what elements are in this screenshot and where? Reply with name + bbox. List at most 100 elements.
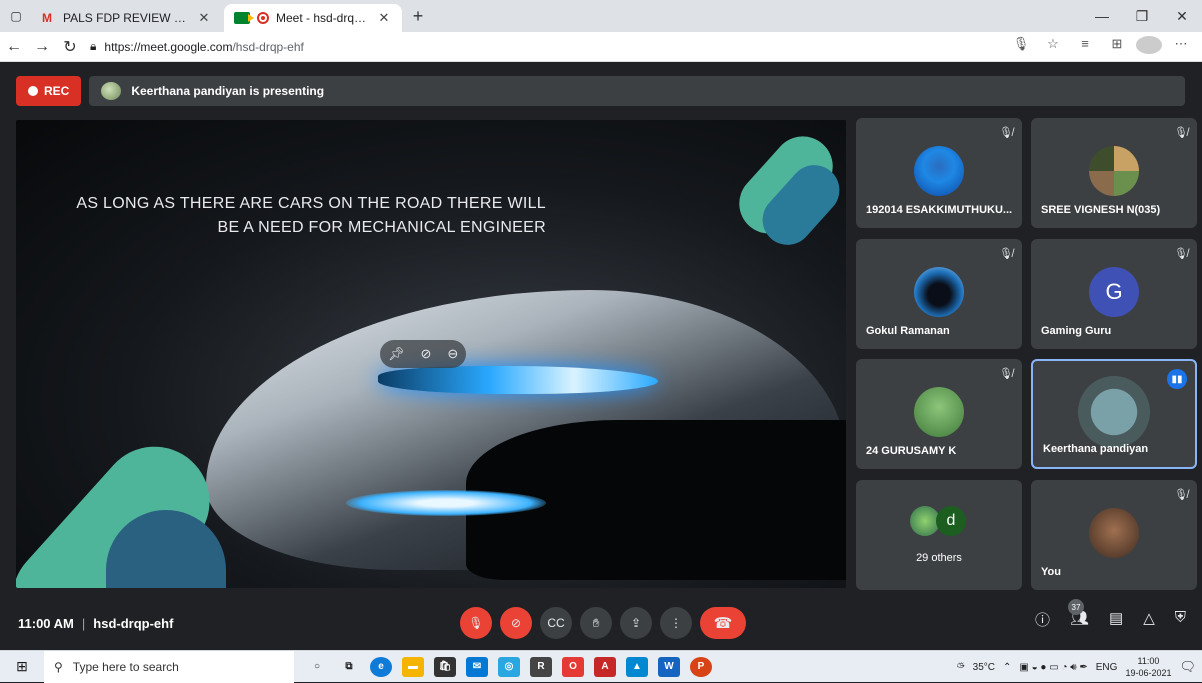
forward-icon[interactable]: → [28, 38, 56, 56]
favorite-icon[interactable]: ☆ [1040, 36, 1066, 57]
mic-off-icon: 🎙︎̸ [999, 248, 1013, 260]
others-count-label: 29 others [916, 552, 962, 564]
close-tab-icon[interactable]: ✕ [196, 10, 212, 26]
acrobat-icon[interactable]: A [594, 656, 616, 677]
office-icon[interactable]: O [562, 656, 584, 677]
chat-icon: ▤ [1109, 610, 1124, 627]
collections-icon[interactable]: ⊞ [1104, 36, 1130, 57]
tab-actions-icon[interactable]: ▢ [0, 0, 32, 32]
cortana-icon[interactable]: ○ [306, 657, 328, 677]
dell-icon[interactable]: ◎ [498, 656, 520, 677]
maximize-icon[interactable]: ❐ [1122, 0, 1162, 32]
favorites-bar-icon[interactable]: ≡ [1072, 36, 1098, 57]
participant-name: Keerthana pandiyan [1043, 443, 1149, 455]
mic-off-icon: 🎙︎̸ [999, 127, 1013, 139]
recording-icon [257, 12, 269, 24]
tab-title: Meet - hsd-drqp-ehf [276, 11, 369, 25]
word-icon[interactable]: W [658, 656, 680, 677]
others-tile[interactable]: d 29 others [856, 480, 1022, 590]
store-icon[interactable]: 🛍︎ [434, 656, 456, 677]
phone-hangup-icon: ☎︎ [713, 615, 733, 632]
captions-button[interactable]: CC [540, 607, 572, 639]
system-tray: ⛅︎ 35°C ⌃ ▣ ◒ ● ▭ ◔ 🔊︎ ✒ ENG 11:00 19-06… [957, 651, 1196, 683]
participant-count: 37 [1067, 599, 1084, 615]
mic-toggle-button[interactable]: 🎙︎ [460, 607, 492, 639]
participant-tile[interactable]: 🎙︎̸ Gokul Ramanan [856, 239, 1022, 349]
mic-off-icon: 🎙︎̸ [1174, 489, 1188, 501]
avatar [914, 386, 964, 437]
url-path: /hsd-drqp-ehf [232, 39, 304, 54]
notifications-icon[interactable]: 🗨︎ [1179, 659, 1196, 675]
camera-off-icon: ⊘ [510, 616, 522, 630]
participant-tile[interactable]: 🎙︎̸ 192014 ESAKKIMUTHUKU... [856, 118, 1022, 228]
weather-temp[interactable]: 35°C [973, 662, 995, 673]
mail-icon[interactable]: ✉ [466, 656, 488, 677]
app-r-icon[interactable]: R [530, 656, 552, 677]
windows-start-icon[interactable]: ⊞ [0, 658, 44, 675]
participant-name: 24 GURUSAMY K [866, 445, 957, 457]
avatar [1089, 145, 1139, 196]
profile-avatar[interactable] [1136, 36, 1162, 57]
browser-tab-strip: ▢ PALS FDP REVIEW SESSION - Wi ✕ Meet - … [0, 0, 1202, 32]
pin-icon[interactable]: 📌︎ [388, 346, 405, 362]
mic-off-icon: 🎙︎̸ [999, 368, 1013, 380]
window-controls: — ❐ ✕ [1082, 0, 1202, 32]
record-dot-icon [28, 86, 38, 96]
new-tab-button[interactable]: + [404, 6, 432, 27]
lock-icon: 🔒︎ [90, 39, 97, 53]
activities-button[interactable]: △ [1143, 609, 1155, 630]
people-button[interactable]: 37 👥︎ [1067, 599, 1089, 630]
raise-hand-button[interactable]: ✋︎ [580, 607, 612, 639]
participant-name: SREE VIGNESH N(035) [1041, 204, 1161, 216]
tab-meet[interactable]: Meet - hsd-drqp-ehf ✕ [224, 4, 402, 32]
slide-text: AS LONG AS THERE ARE CARS ON THE ROAD TH… [76, 195, 546, 236]
speaking-indicator-icon: ▮▮ [1167, 369, 1187, 389]
back-icon[interactable]: ← [0, 38, 28, 56]
photos-icon[interactable]: ▲ [626, 656, 648, 677]
leave-call-button[interactable]: ☎︎ [700, 607, 746, 639]
edge-icon[interactable]: e [370, 656, 392, 677]
hide-video-icon[interactable]: ⊘ [421, 346, 432, 362]
search-placeholder: Type here to search [72, 659, 179, 674]
language[interactable]: ENG [1096, 662, 1118, 673]
url-field[interactable]: 🔒︎ https://meet.google.com/hsd-drqp-ehf [90, 35, 1000, 59]
weather-icon[interactable]: ⛅︎ [957, 662, 965, 673]
participant-name: You [1041, 566, 1061, 578]
participant-name: Gaming Guru [1041, 325, 1112, 337]
windows-taskbar: ⊞ ⚲ Type here to search ○ ⧉ e ▬ 🛍︎ ✉ ◎ R… [0, 650, 1202, 683]
meeting-info: 11:00 AM | hsd-drqp-ehf [18, 615, 174, 631]
taskbar-search-input[interactable]: ⚲ Type here to search [44, 650, 294, 683]
more-options-button[interactable]: ⋮ [660, 607, 692, 639]
chevron-up-icon[interactable]: ⌃ [1003, 662, 1011, 673]
close-tab-icon[interactable]: ✕ [376, 10, 392, 26]
participant-tile[interactable]: 🎙︎̸ G Gaming Guru [1031, 239, 1197, 349]
meeting-details-button[interactable]: ⓘ [1035, 609, 1050, 630]
refresh-icon[interactable]: ↻ [56, 37, 84, 57]
present-button[interactable]: ⇪ [620, 607, 652, 639]
camera-toggle-button[interactable]: ⊘ [500, 607, 532, 639]
participant-tile-active-speaker[interactable]: ▮▮ Keerthana pandiyan [1031, 359, 1197, 469]
rec-badge[interactable]: REC [16, 76, 82, 106]
mic-permission-icon[interactable]: 🎙︎ [1008, 36, 1034, 57]
more-icon[interactable]: ⋯ [1168, 36, 1194, 57]
close-window-icon[interactable]: ✕ [1162, 0, 1202, 32]
tab-gmail[interactable]: PALS FDP REVIEW SESSION - Wi ✕ [32, 4, 222, 32]
participant-tile[interactable]: 🎙︎̸ 24 GURUSAMY K [856, 359, 1022, 469]
more-vert-icon: ⋮ [670, 616, 682, 630]
self-tile[interactable]: 🎙︎̸ You [1031, 480, 1197, 590]
search-icon: ⚲ [54, 659, 63, 674]
participant-tile[interactable]: 🎙︎̸ SREE VIGNESH N(035) [1031, 118, 1197, 228]
chat-button[interactable]: ▤ [1109, 609, 1123, 630]
tray-icons[interactable]: ▣ ◒ ● ▭ ◔ 🔊︎ ✒ [1019, 662, 1087, 673]
powerpoint-icon[interactable]: P [690, 656, 712, 677]
file-explorer-icon[interactable]: ▬ [402, 656, 424, 677]
remove-icon[interactable]: ⊖ [447, 346, 458, 362]
address-bar: ← → ↻ 🔒︎ https://meet.google.com/hsd-drq… [0, 32, 1202, 62]
activities-icon: △ [1143, 610, 1155, 627]
clock[interactable]: 11:00 19-06-2021 [1125, 655, 1171, 679]
host-controls-button[interactable]: ⛨ [1175, 609, 1186, 630]
shield-icon: ⛨ [1174, 609, 1186, 626]
url-host: https://meet.google.com [104, 39, 233, 54]
task-view-icon[interactable]: ⧉ [338, 657, 360, 677]
minimize-icon[interactable]: — [1082, 0, 1122, 32]
